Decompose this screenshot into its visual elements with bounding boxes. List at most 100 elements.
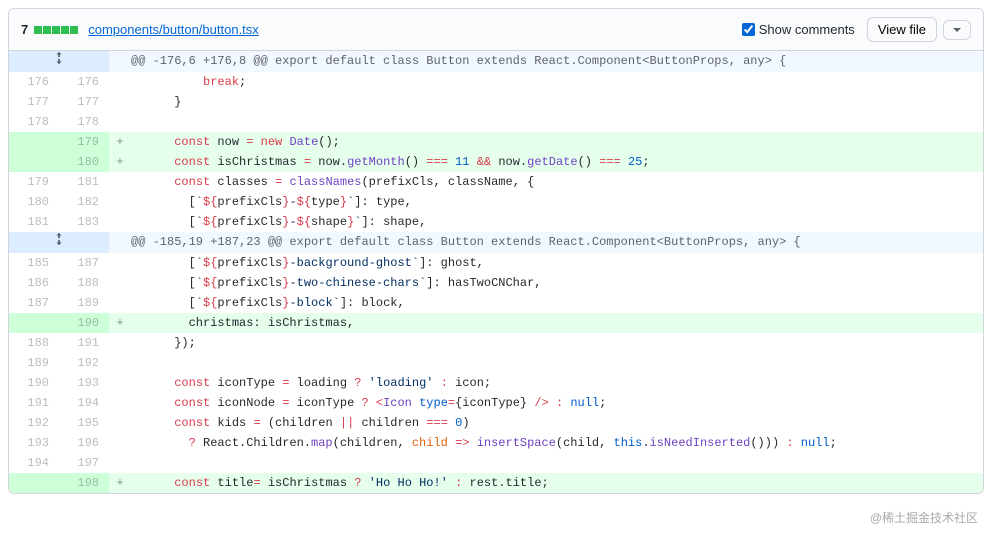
diff-line: 185187 [`${prefixCls}-background-ghost`]…	[9, 253, 983, 273]
code-content	[131, 112, 983, 132]
chevron-down-icon	[952, 25, 962, 35]
line-marker: +	[109, 313, 131, 333]
new-line-num: 178	[59, 112, 109, 132]
code-content: ? React.Children.map(children, child => …	[131, 433, 983, 453]
new-line-num: 198	[59, 473, 109, 493]
line-marker	[109, 273, 131, 293]
more-options-button[interactable]	[943, 20, 971, 40]
code-content: const classes = classNames(prefixCls, cl…	[131, 172, 983, 192]
diff-line: 189192	[9, 353, 983, 373]
line-marker	[109, 393, 131, 413]
old-line-num: 180	[9, 192, 59, 212]
line-marker	[109, 333, 131, 353]
code-content: christmas: isChristmas,	[131, 313, 983, 333]
show-comments-label: Show comments	[759, 22, 855, 37]
diff-line: 186188 [`${prefixCls}-two-chinese-chars`…	[9, 273, 983, 293]
new-line-num: 180	[59, 152, 109, 172]
line-marker: +	[109, 132, 131, 152]
code-content: });	[131, 333, 983, 353]
old-line-num: 179	[9, 172, 59, 192]
diff-line: 193196 ? React.Children.map(children, ch…	[9, 433, 983, 453]
old-line-num: 188	[9, 333, 59, 353]
new-line-num: 183	[59, 212, 109, 232]
code-content: [`${prefixCls}-two-chinese-chars`]: hasT…	[131, 273, 983, 293]
diff-file: 7 components/button/button.tsx Show comm…	[8, 8, 984, 494]
old-line-num	[9, 313, 59, 333]
line-marker	[109, 373, 131, 393]
old-line-num: 190	[9, 373, 59, 393]
new-line-num: 181	[59, 172, 109, 192]
line-marker	[109, 253, 131, 273]
old-line-num: 189	[9, 353, 59, 373]
new-line-num: 191	[59, 333, 109, 353]
new-line-num: 182	[59, 192, 109, 212]
old-line-num: 192	[9, 413, 59, 433]
code-content: [`${prefixCls}-${shape}`]: shape,	[131, 212, 983, 232]
new-line-num: 193	[59, 373, 109, 393]
code-content: const iconNode = iconType ? <Icon type={…	[131, 393, 983, 413]
diff-body: @@ -176,6 +176,8 @@ export default class…	[9, 51, 983, 493]
new-line-num: 195	[59, 413, 109, 433]
old-line-num: 194	[9, 453, 59, 473]
code-content: const iconType = loading ? 'loading' : i…	[131, 373, 983, 393]
old-line-num: 186	[9, 273, 59, 293]
watermark: @稀土掘金技术社区	[870, 509, 978, 526]
diff-line: 176176 break;	[9, 72, 983, 92]
file-header: 7 components/button/button.tsx Show comm…	[9, 9, 983, 51]
hunk-header: @@ -185,19 +187,23 @@ export default cla…	[9, 232, 983, 253]
diff-line: 191194 const iconNode = iconType ? <Icon…	[9, 393, 983, 413]
hunk-header: @@ -176,6 +176,8 @@ export default class…	[9, 51, 983, 72]
old-line-num: 178	[9, 112, 59, 132]
code-content: const now = new Date();	[131, 132, 983, 152]
code-content: break;	[131, 72, 983, 92]
diff-line: 177177 }	[9, 92, 983, 112]
show-comments-checkbox[interactable]	[742, 23, 755, 36]
file-path-link[interactable]: components/button/button.tsx	[88, 22, 259, 37]
line-marker	[109, 212, 131, 232]
view-file-button[interactable]: View file	[867, 17, 937, 42]
diffstat	[34, 26, 78, 34]
line-marker	[109, 433, 131, 453]
diff-line: 187189 [`${prefixCls}-block`]: block,	[9, 293, 983, 313]
code-content: const kids = (children || children === 0…	[131, 413, 983, 433]
diff-line: 190193 const iconType = loading ? 'loadi…	[9, 373, 983, 393]
diff-line: 190+ christmas: isChristmas,	[9, 313, 983, 333]
old-line-num	[9, 152, 59, 172]
code-content: [`${prefixCls}-background-ghost`]: ghost…	[131, 253, 983, 273]
code-content: const isChristmas = now.getMonth() === 1…	[131, 152, 983, 172]
old-line-num: 191	[9, 393, 59, 413]
hunk-header-text: @@ -185,19 +187,23 @@ export default cla…	[131, 232, 983, 253]
new-line-num: 177	[59, 92, 109, 112]
line-marker	[109, 293, 131, 313]
new-line-num: 196	[59, 433, 109, 453]
diff-line: 192195 const kids = (children || childre…	[9, 413, 983, 433]
change-count: 7	[21, 22, 28, 37]
old-line-num: 187	[9, 293, 59, 313]
expand-icon[interactable]	[9, 51, 109, 72]
code-content: }	[131, 92, 983, 112]
old-line-num: 176	[9, 72, 59, 92]
line-marker	[109, 413, 131, 433]
code-content	[131, 353, 983, 373]
expand-icon[interactable]	[9, 232, 109, 253]
code-content: const title= isChristmas ? 'Ho Ho Ho!' :…	[131, 473, 983, 493]
diff-table: @@ -176,6 +176,8 @@ export default class…	[9, 51, 983, 493]
diff-line: 180182 [`${prefixCls}-${type}`]: type,	[9, 192, 983, 212]
line-marker: +	[109, 473, 131, 493]
diff-line: 198+ const title= isChristmas ? 'Ho Ho H…	[9, 473, 983, 493]
new-line-num: 188	[59, 273, 109, 293]
new-line-num: 190	[59, 313, 109, 333]
new-line-num: 189	[59, 293, 109, 313]
line-marker	[109, 192, 131, 212]
diff-line: 179+ const now = new Date();	[9, 132, 983, 152]
show-comments-toggle[interactable]: Show comments	[742, 22, 855, 37]
old-line-num	[9, 132, 59, 152]
code-content: [`${prefixCls}-${type}`]: type,	[131, 192, 983, 212]
old-line-num: 193	[9, 433, 59, 453]
new-line-num: 192	[59, 353, 109, 373]
old-line-num: 177	[9, 92, 59, 112]
new-line-num: 194	[59, 393, 109, 413]
new-line-num: 179	[59, 132, 109, 152]
new-line-num: 197	[59, 453, 109, 473]
old-line-num: 181	[9, 212, 59, 232]
